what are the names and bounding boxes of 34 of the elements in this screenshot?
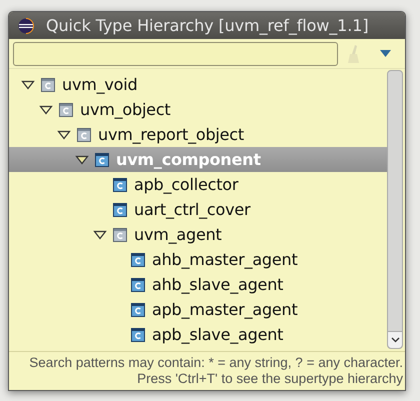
collapse-arrow-icon[interactable] — [57, 130, 71, 140]
type-name: uvm_component — [116, 150, 261, 169]
collapse-arrow-icon[interactable] — [39, 104, 53, 114]
hint-text: Search patterns may contain: * = any string, ? = any character. — [29, 355, 403, 371]
scroll-down-icon[interactable] — [390, 337, 400, 343]
tree-item[interactable]: uart_ctrl_cover — [9, 197, 387, 222]
tree-item[interactable]: apb_collector — [9, 172, 387, 197]
tree-item[interactable]: uvm_void — [9, 72, 387, 97]
collapse-arrow-icon[interactable] — [21, 80, 35, 90]
tree-item[interactable]: uvm_object — [9, 97, 387, 122]
tree-item[interactable]: uvm_agent — [9, 222, 387, 247]
collapse-arrow-icon[interactable] — [75, 154, 89, 164]
type-name: apb_collector — [134, 175, 238, 194]
type-name: apb_master_agent — [152, 300, 298, 319]
tree-item[interactable]: apb_master_agent — [9, 297, 387, 322]
type-name: uvm_void — [62, 75, 138, 94]
dropdown-arrow-icon[interactable] — [380, 50, 391, 57]
type-name: ahb_slave_agent — [152, 275, 284, 294]
type-name: apb_slave_agent — [152, 325, 284, 344]
tree-item[interactable]: apb_slave_agent — [9, 322, 387, 347]
hint-text: Press 'Ctrl+T' to see the supertype hierarchy — [137, 371, 403, 387]
type-name: uvm_object — [80, 100, 171, 119]
scrollbar[interactable] — [387, 70, 403, 349]
window-title: Quick Type Hierarchy [uvm_ref_flow_1.1] — [46, 16, 368, 35]
collapse-arrow-icon[interactable] — [93, 230, 107, 240]
tree-item[interactable]: ahb_slave_agent — [9, 272, 387, 297]
tree-item[interactable]: ahb_master_agent — [9, 247, 387, 272]
search-field[interactable] — [13, 42, 338, 66]
type-name: uvm_agent — [134, 225, 222, 244]
type-name: ahb_master_agent — [152, 250, 298, 269]
type-name: uart_ctrl_cover — [134, 200, 250, 219]
eclipse-icon — [18, 18, 34, 34]
tree-item[interactable]: uvm_report_object — [9, 122, 387, 147]
type-name: uvm_report_object — [98, 125, 244, 144]
